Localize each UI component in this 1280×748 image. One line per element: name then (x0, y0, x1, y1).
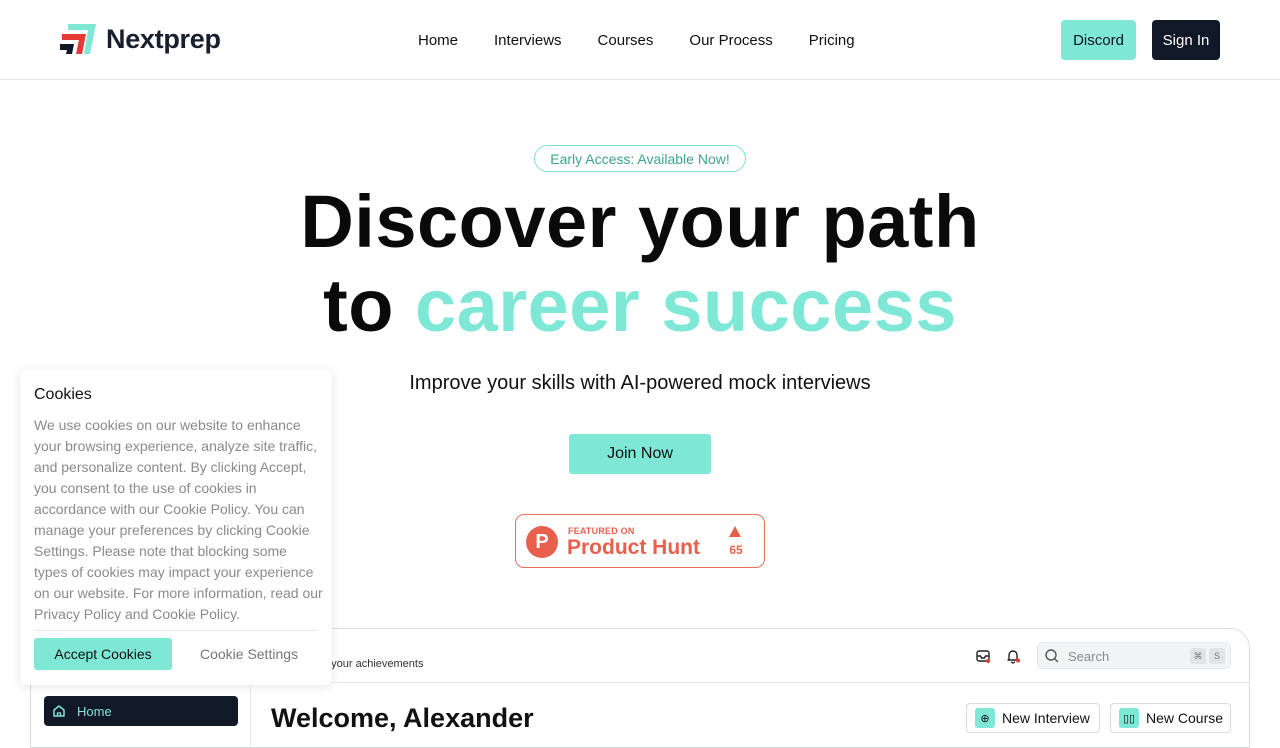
book-icon: ▯▯ (1119, 708, 1139, 728)
app-topbar: Home Overview of your achievements Searc… (251, 629, 1249, 683)
join-now-button[interactable]: Join Now (569, 434, 711, 474)
app-sidebar-item-home[interactable]: Home (44, 696, 238, 726)
bell-icon[interactable] (1005, 648, 1021, 664)
cookie-settings-button[interactable]: Cookie Settings (180, 638, 318, 670)
cookie-banner: Cookies We use cookies on our website to… (20, 369, 332, 685)
welcome-heading: Welcome, Alexander (271, 703, 534, 733)
new-course-button[interactable]: ▯▯ New Course (1110, 703, 1231, 733)
site-header: Nextprep Home Interviews Courses Our Pro… (0, 0, 1280, 80)
search-placeholder: Search (1068, 649, 1110, 664)
nav-interviews[interactable]: Interviews (494, 32, 562, 49)
upvote-count: 65 (729, 543, 743, 557)
brand-name: Nextprep (106, 23, 221, 54)
sign-in-button[interactable]: Sign In (1152, 20, 1220, 60)
nav-courses[interactable]: Courses (598, 32, 654, 49)
early-access-badge: Early Access: Available Now! (534, 145, 746, 172)
discord-button[interactable]: Discord (1061, 20, 1136, 60)
app-sidebar-home-label: Home (77, 703, 112, 719)
plus-circle-icon: ⊕ (975, 708, 995, 728)
home-icon (53, 705, 65, 717)
search-icon (1045, 649, 1059, 663)
new-interview-label: New Interview (1002, 710, 1090, 726)
kbd-s: S (1209, 648, 1225, 664)
product-hunt-featured-label: FEATURED ON (568, 526, 635, 536)
hero-title-prefix: to (323, 264, 394, 347)
kbd-command: ⌘ (1190, 648, 1206, 664)
cookie-body: We use cookies on our website to enhance… (34, 417, 323, 622)
cookie-title: Cookies (34, 386, 92, 403)
main-nav: Home Interviews Courses Our Process Pric… (400, 0, 873, 80)
nav-home[interactable]: Home (418, 32, 458, 49)
hero-title-line1: Discover your path (300, 180, 980, 263)
inbox-icon[interactable] (975, 648, 991, 664)
nav-our-process[interactable]: Our Process (689, 32, 772, 49)
nav-pricing[interactable]: Pricing (809, 32, 855, 49)
new-interview-button[interactable]: ⊕ New Interview (966, 703, 1100, 733)
app-search-input[interactable]: Search ⌘ S (1037, 642, 1231, 669)
hero-title-accent: career success (415, 264, 957, 347)
cookie-divider (34, 630, 318, 631)
accept-cookies-button[interactable]: Accept Cookies (34, 638, 172, 670)
brand-logo[interactable]: Nextprep (60, 22, 221, 56)
hero-title: Discover your path to career success (0, 180, 1280, 348)
product-hunt-name: Product Hunt (567, 536, 700, 559)
product-hunt-badge[interactable]: P FEATURED ON Product Hunt 65 (515, 514, 765, 568)
new-course-label: New Course (1146, 710, 1224, 726)
nextprep-logo-icon (60, 24, 96, 54)
upvote-arrow-icon (729, 526, 741, 537)
product-hunt-logo-icon: P (526, 526, 558, 558)
